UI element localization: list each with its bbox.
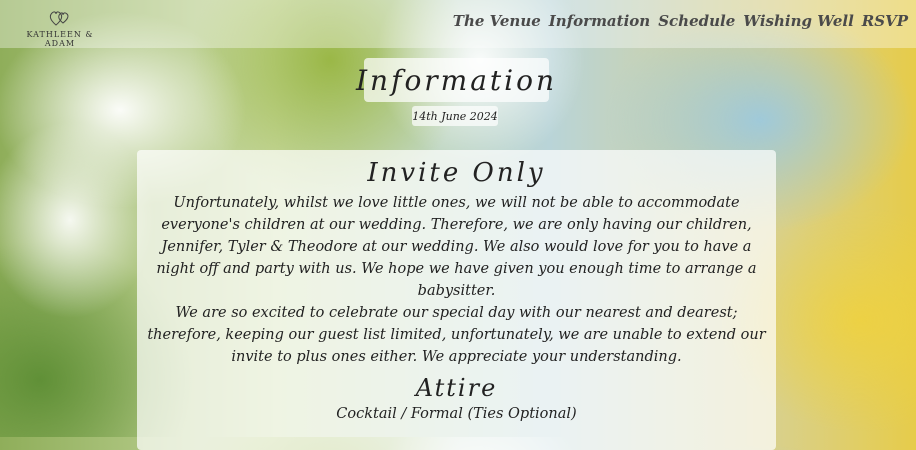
page-title: Information <box>355 63 558 97</box>
date-box: 14th June 2024 <box>412 106 498 126</box>
nav-link-rsvp[interactable]: RSVP <box>862 12 908 30</box>
nav-link-schedule[interactable]: Schedule <box>658 12 735 30</box>
main-nav: The Venue Information Schedule Wishing W… <box>453 12 908 30</box>
site-logo[interactable]: KATHLEEN & ADAM <box>14 8 106 48</box>
logo-text: KATHLEEN & ADAM <box>26 30 94 48</box>
nav-link-the-venue[interactable]: The Venue <box>453 12 541 30</box>
invite-heading: Invite Only <box>367 158 546 188</box>
nav-link-information[interactable]: Information <box>549 12 650 30</box>
hearts-icon <box>49 11 69 26</box>
invite-paragraph-2: We are so excited to celebrate our speci… <box>147 305 766 365</box>
page-title-box: Information <box>356 58 554 102</box>
top-navbar: KATHLEEN & ADAM The Venue Information Sc… <box>0 0 916 48</box>
info-card: Invite Only Unfortunately, whilst we lov… <box>137 150 776 450</box>
attire-text: Cocktail / Formal (Ties Optional) <box>336 406 577 422</box>
event-date: 14th June 2024 <box>412 109 498 123</box>
nav-link-wishing-well[interactable]: Wishing Well <box>743 12 854 30</box>
attire-heading: Attire <box>415 374 498 402</box>
invite-paragraph-1: Unfortunately, whilst we love little one… <box>156 195 757 299</box>
